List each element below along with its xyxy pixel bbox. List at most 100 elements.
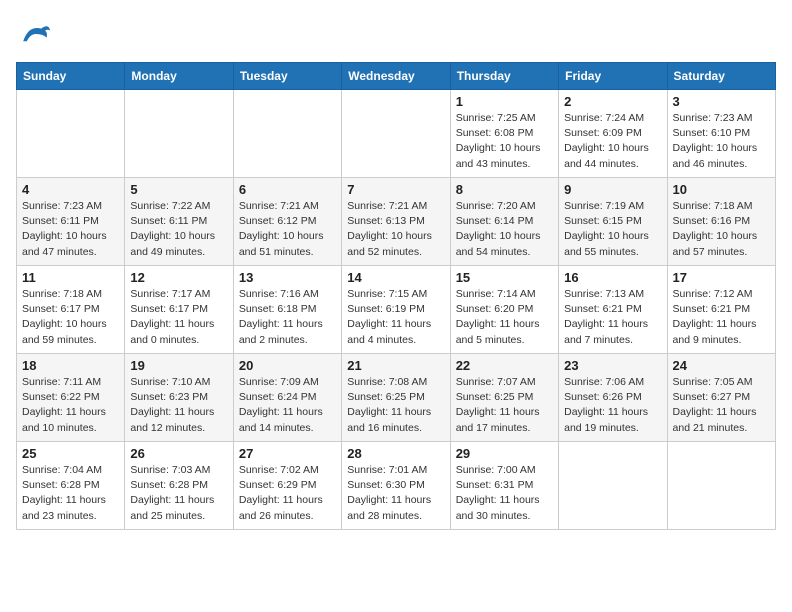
day-number: 16: [564, 270, 661, 285]
day-number: 17: [673, 270, 770, 285]
calendar-cell: 17 Sunrise: 7:12 AM Sunset: 6:21 PM Dayli…: [667, 266, 775, 354]
weekday-header-saturday: Saturday: [667, 63, 775, 90]
calendar-cell: 3 Sunrise: 7:23 AM Sunset: 6:10 PM Daylig…: [667, 90, 775, 178]
day-number: 1: [456, 94, 553, 109]
day-info: Sunrise: 7:24 AM Sunset: 6:09 PM Dayligh…: [564, 111, 661, 172]
day-info: Sunrise: 7:21 AM Sunset: 6:12 PM Dayligh…: [239, 199, 336, 260]
day-info: Sunrise: 7:14 AM Sunset: 6:20 PM Dayligh…: [456, 287, 553, 348]
calendar-cell: [342, 90, 450, 178]
calendar-cell: 1 Sunrise: 7:25 AM Sunset: 6:08 PM Daylig…: [450, 90, 558, 178]
day-number: 26: [130, 446, 227, 461]
day-number: 25: [22, 446, 119, 461]
day-number: 5: [130, 182, 227, 197]
day-number: 24: [673, 358, 770, 373]
calendar-cell: 21 Sunrise: 7:08 AM Sunset: 6:25 PM Dayli…: [342, 354, 450, 442]
day-number: 4: [22, 182, 119, 197]
calendar-cell: 23 Sunrise: 7:06 AM Sunset: 6:26 PM Dayli…: [559, 354, 667, 442]
weekday-header-monday: Monday: [125, 63, 233, 90]
day-number: 7: [347, 182, 444, 197]
day-info: Sunrise: 7:15 AM Sunset: 6:19 PM Dayligh…: [347, 287, 444, 348]
day-number: 20: [239, 358, 336, 373]
day-info: Sunrise: 7:06 AM Sunset: 6:26 PM Dayligh…: [564, 375, 661, 436]
day-number: 8: [456, 182, 553, 197]
day-number: 28: [347, 446, 444, 461]
header: [16, 16, 776, 52]
calendar-cell: 22 Sunrise: 7:07 AM Sunset: 6:25 PM Dayli…: [450, 354, 558, 442]
day-info: Sunrise: 7:20 AM Sunset: 6:14 PM Dayligh…: [456, 199, 553, 260]
calendar-cell: 10 Sunrise: 7:18 AM Sunset: 6:16 PM Dayli…: [667, 178, 775, 266]
calendar-cell: 27 Sunrise: 7:02 AM Sunset: 6:29 PM Dayli…: [233, 442, 341, 530]
day-info: Sunrise: 7:05 AM Sunset: 6:27 PM Dayligh…: [673, 375, 770, 436]
week-row-2: 4 Sunrise: 7:23 AM Sunset: 6:11 PM Daylig…: [17, 178, 776, 266]
calendar-cell: [17, 90, 125, 178]
weekday-header-tuesday: Tuesday: [233, 63, 341, 90]
day-number: 15: [456, 270, 553, 285]
day-info: Sunrise: 7:03 AM Sunset: 6:28 PM Dayligh…: [130, 463, 227, 524]
day-info: Sunrise: 7:11 AM Sunset: 6:22 PM Dayligh…: [22, 375, 119, 436]
day-number: 11: [22, 270, 119, 285]
day-number: 14: [347, 270, 444, 285]
weekday-header-friday: Friday: [559, 63, 667, 90]
calendar-cell: [233, 90, 341, 178]
day-number: 13: [239, 270, 336, 285]
calendar-cell: 16Sunrise: 7:13 AM Sunset: 6:21 PM Dayli…: [559, 266, 667, 354]
calendar-cell: 11 Sunrise: 7:18 AM Sunset: 6:17 PM Dayli…: [17, 266, 125, 354]
logo-icon: [16, 16, 52, 52]
day-number: 9: [564, 182, 661, 197]
day-info: Sunrise: 7:12 AM Sunset: 6:21 PM Dayligh…: [673, 287, 770, 348]
day-info: Sunrise: 7:19 AM Sunset: 6:15 PM Dayligh…: [564, 199, 661, 260]
calendar-cell: 18Sunrise: 7:11 AM Sunset: 6:22 PM Dayli…: [17, 354, 125, 442]
day-number: 3: [673, 94, 770, 109]
day-info: Sunrise: 7:02 AM Sunset: 6:29 PM Dayligh…: [239, 463, 336, 524]
weekday-header-thursday: Thursday: [450, 63, 558, 90]
calendar: SundayMondayTuesdayWednesdayThursdayFrid…: [16, 62, 776, 530]
day-info: Sunrise: 7:04 AM Sunset: 6:28 PM Dayligh…: [22, 463, 119, 524]
calendar-cell: 14 Sunrise: 7:15 AM Sunset: 6:19 PM Dayli…: [342, 266, 450, 354]
day-info: Sunrise: 7:07 AM Sunset: 6:25 PM Dayligh…: [456, 375, 553, 436]
day-info: Sunrise: 7:23 AM Sunset: 6:10 PM Dayligh…: [673, 111, 770, 172]
calendar-cell: 8 Sunrise: 7:20 AM Sunset: 6:14 PM Daylig…: [450, 178, 558, 266]
day-number: 2: [564, 94, 661, 109]
day-info: Sunrise: 7:17 AM Sunset: 6:17 PM Dayligh…: [130, 287, 227, 348]
weekday-header-wednesday: Wednesday: [342, 63, 450, 90]
calendar-cell: 26 Sunrise: 7:03 AM Sunset: 6:28 PM Dayli…: [125, 442, 233, 530]
day-number: 23: [564, 358, 661, 373]
day-number: 27: [239, 446, 336, 461]
day-number: 22: [456, 358, 553, 373]
day-info: Sunrise: 7:16 AM Sunset: 6:18 PM Dayligh…: [239, 287, 336, 348]
calendar-cell: 9 Sunrise: 7:19 AM Sunset: 6:15 PM Daylig…: [559, 178, 667, 266]
day-info: Sunrise: 7:25 AM Sunset: 6:08 PM Dayligh…: [456, 111, 553, 172]
day-number: 6: [239, 182, 336, 197]
calendar-cell: 28 Sunrise: 7:01 AM Sunset: 6:30 PM Dayli…: [342, 442, 450, 530]
calendar-cell: 4 Sunrise: 7:23 AM Sunset: 6:11 PM Daylig…: [17, 178, 125, 266]
calendar-cell: 2 Sunrise: 7:24 AM Sunset: 6:09 PM Daylig…: [559, 90, 667, 178]
day-info: Sunrise: 7:22 AM Sunset: 6:11 PM Dayligh…: [130, 199, 227, 260]
calendar-cell: [559, 442, 667, 530]
day-info: Sunrise: 7:18 AM Sunset: 6:16 PM Dayligh…: [673, 199, 770, 260]
calendar-cell: 20 Sunrise: 7:09 AM Sunset: 6:24 PM Dayli…: [233, 354, 341, 442]
calendar-cell: 24 Sunrise: 7:05 AM Sunset: 6:27 PM Dayli…: [667, 354, 775, 442]
day-number: 29: [456, 446, 553, 461]
day-number: 19: [130, 358, 227, 373]
day-info: Sunrise: 7:00 AM Sunset: 6:31 PM Dayligh…: [456, 463, 553, 524]
calendar-cell: 12Sunrise: 7:17 AM Sunset: 6:17 PM Dayli…: [125, 266, 233, 354]
week-row-1: 1 Sunrise: 7:25 AM Sunset: 6:08 PM Daylig…: [17, 90, 776, 178]
calendar-header: SundayMondayTuesdayWednesdayThursdayFrid…: [17, 63, 776, 90]
week-row-3: 11 Sunrise: 7:18 AM Sunset: 6:17 PM Dayli…: [17, 266, 776, 354]
day-info: Sunrise: 7:10 AM Sunset: 6:23 PM Dayligh…: [130, 375, 227, 436]
day-info: Sunrise: 7:23 AM Sunset: 6:11 PM Dayligh…: [22, 199, 119, 260]
day-number: 10: [673, 182, 770, 197]
day-info: Sunrise: 7:01 AM Sunset: 6:30 PM Dayligh…: [347, 463, 444, 524]
week-row-5: 25 Sunrise: 7:04 AM Sunset: 6:28 PM Dayli…: [17, 442, 776, 530]
calendar-cell: 25 Sunrise: 7:04 AM Sunset: 6:28 PM Dayli…: [17, 442, 125, 530]
day-info: Sunrise: 7:08 AM Sunset: 6:25 PM Dayligh…: [347, 375, 444, 436]
calendar-cell: 6 Sunrise: 7:21 AM Sunset: 6:12 PM Daylig…: [233, 178, 341, 266]
calendar-cell: 7Sunrise: 7:21 AM Sunset: 6:13 PM Daylig…: [342, 178, 450, 266]
logo: [16, 16, 56, 52]
day-number: 21: [347, 358, 444, 373]
week-row-4: 18Sunrise: 7:11 AM Sunset: 6:22 PM Dayli…: [17, 354, 776, 442]
calendar-cell: 13 Sunrise: 7:16 AM Sunset: 6:18 PM Dayli…: [233, 266, 341, 354]
day-info: Sunrise: 7:09 AM Sunset: 6:24 PM Dayligh…: [239, 375, 336, 436]
day-info: Sunrise: 7:18 AM Sunset: 6:17 PM Dayligh…: [22, 287, 119, 348]
calendar-cell: 29 Sunrise: 7:00 AM Sunset: 6:31 PM Dayli…: [450, 442, 558, 530]
